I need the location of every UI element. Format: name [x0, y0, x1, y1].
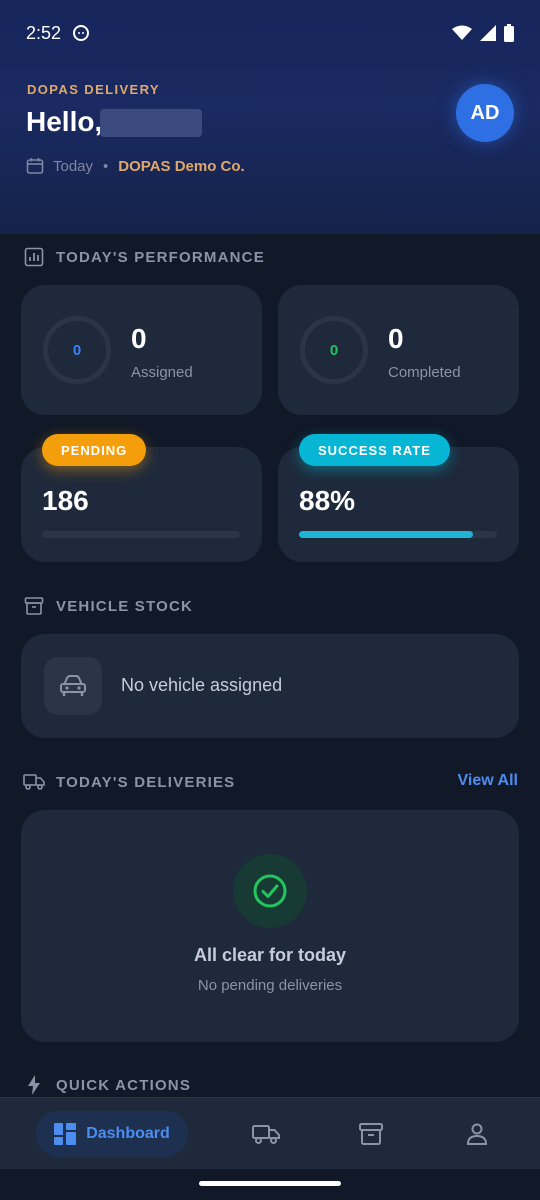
completed-label: Completed	[388, 364, 461, 381]
success-rate-bar-fill	[299, 531, 474, 538]
system-gesture-bar	[0, 1169, 540, 1200]
assigned-card[interactable]: 0 0 Assigned	[21, 285, 262, 415]
no-vehicle-text: No vehicle assigned	[121, 675, 283, 695]
bar-chart-icon	[22, 246, 46, 268]
nav-stock[interactable]	[341, 1098, 401, 1170]
dashboard-content[interactable]: TODAY'S PERFORMANCE 0 0 Assigned 0 0 Com…	[0, 234, 540, 1100]
vehicle-stock-section-title: VEHICLE STOCK	[22, 594, 193, 618]
lightning-icon	[22, 1074, 46, 1096]
wifi-icon	[452, 25, 472, 40]
all-clear-title: All clear for today	[193, 945, 347, 965]
notification-icon	[73, 25, 90, 41]
calendar-icon	[26, 158, 44, 174]
archive-icon	[359, 1123, 383, 1145]
nav-profile[interactable]	[447, 1098, 507, 1170]
pending-count: 186	[42, 485, 89, 516]
app-eyebrow: DOPAS DELIVERY	[27, 82, 161, 97]
nav-dashboard-label: Dashboard	[86, 1125, 170, 1142]
header-meta: Today • DOPAS Demo Co.	[26, 155, 245, 177]
success-rate-bar-track	[299, 531, 497, 538]
bottom-nav: Dashboard	[0, 1097, 540, 1169]
completed-count: 0	[388, 323, 404, 354]
check-circle-icon	[233, 854, 307, 928]
status-bar: 2:52	[0, 0, 540, 66]
car-icon	[44, 657, 102, 715]
nav-dashboard[interactable]: Dashboard	[36, 1111, 188, 1157]
assigned-count: 0	[131, 323, 147, 354]
pending-badge: PENDING	[42, 434, 147, 466]
assigned-progress-ring: 0	[43, 316, 111, 384]
nav-deliveries[interactable]	[236, 1098, 296, 1170]
all-clear-subtitle: No pending deliveries	[197, 977, 343, 994]
view-all-link[interactable]: View All	[458, 772, 518, 790]
avatar[interactable]: AD	[456, 84, 514, 142]
header: 2:52 DOPAS DELIVERY Hello, Today • DOPAS…	[0, 0, 540, 234]
deliveries-card: All clear for today No pending deliverie…	[21, 810, 519, 1042]
signal-icon	[480, 25, 496, 41]
performance-section-title: TODAY'S PERFORMANCE	[22, 245, 265, 269]
status-indicators	[452, 24, 514, 42]
success-rate-badge: SUCCESS RATE	[299, 434, 450, 466]
battery-icon	[504, 24, 514, 42]
completed-progress-ring: 0	[300, 316, 368, 384]
deliveries-title-text: TODAY'S DELIVERIES	[56, 773, 236, 791]
truck-icon	[252, 1125, 280, 1144]
user-icon	[466, 1123, 488, 1145]
status-time: 2:52	[26, 22, 62, 43]
performance-title-text: TODAY'S PERFORMANCE	[56, 248, 265, 266]
vehicle-stock-title-text: VEHICLE STOCK	[56, 597, 194, 615]
quick-actions-section-title: QUICK ACTIONS	[22, 1073, 191, 1097]
company-name: DOPAS Demo Co.	[118, 157, 245, 175]
quick-actions-title-text: QUICK ACTIONS	[56, 1076, 192, 1094]
success-rate-value: 88%	[299, 485, 356, 516]
date-label: Today	[53, 157, 94, 175]
truck-icon	[22, 771, 46, 793]
vehicle-stock-card[interactable]: No vehicle assigned	[21, 634, 519, 738]
greeting: Hello,	[26, 106, 103, 137]
dashboard-icon	[54, 1123, 77, 1145]
pending-bar-track	[42, 531, 240, 538]
assigned-label: Assigned	[131, 364, 193, 381]
deliveries-section-title: TODAY'S DELIVERIES	[22, 770, 235, 794]
redacted-user-name	[100, 109, 202, 137]
completed-card[interactable]: 0 0 Completed	[278, 285, 519, 415]
meta-separator: •	[103, 157, 109, 175]
archive-icon	[22, 595, 46, 617]
home-indicator[interactable]	[199, 1181, 341, 1186]
